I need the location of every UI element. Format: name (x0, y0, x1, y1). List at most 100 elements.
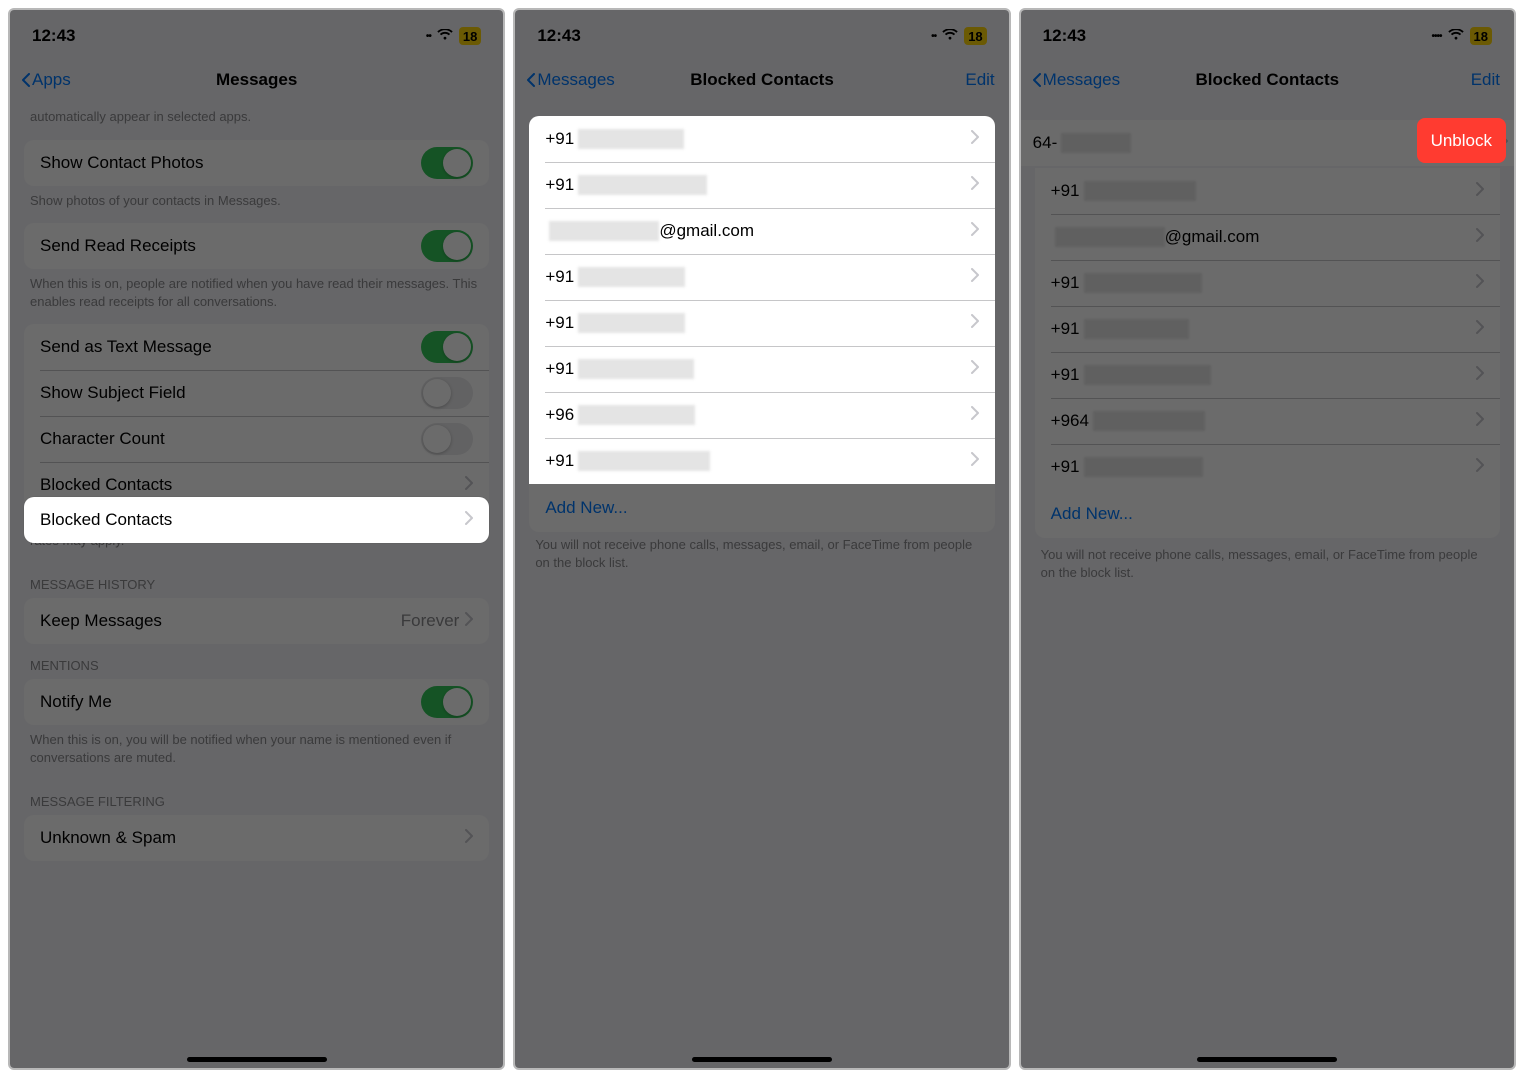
chevron-right-icon (465, 476, 473, 495)
row-read-receipts[interactable]: Send Read Receipts (24, 223, 489, 269)
header-message-history: MESSAGE HISTORY (10, 563, 503, 598)
chevron-right-icon (1476, 227, 1484, 247)
page-title: Blocked Contacts (1196, 70, 1340, 90)
email-suffix: @gmail.com (659, 221, 754, 241)
row-label: Blocked Contacts (40, 510, 465, 530)
row-blocked-contacts-highlight[interactable]: Blocked Contacts (24, 497, 489, 543)
edit-button[interactable]: Edit (1471, 70, 1500, 90)
chevron-right-icon (971, 313, 979, 333)
phone-prefix: +91 (545, 451, 574, 471)
chevron-left-icon (527, 73, 535, 87)
nav-bar: Messages Blocked Contacts Edit (515, 58, 1008, 102)
redacted-text (578, 359, 694, 379)
add-new-button[interactable]: Add New... (1035, 490, 1500, 538)
status-bar: 12:43 •• 18 (10, 10, 503, 58)
phone-prefix: +91 (545, 129, 574, 149)
row-unknown-spam[interactable]: Unknown & Spam (24, 815, 489, 861)
toggle-show-subject[interactable] (421, 377, 473, 409)
redacted-text (1084, 273, 1202, 293)
blocked-contact-row[interactable]: +91 (529, 300, 994, 346)
nav-bar: Apps Messages (10, 58, 503, 102)
wifi-icon (437, 28, 453, 44)
chevron-right-icon (971, 359, 979, 379)
blocked-contact-row[interactable]: @gmail.com (529, 208, 994, 254)
footer-blocklist: You will not receive phone calls, messag… (515, 530, 1008, 585)
footer-read-receipts: When this is on, people are notified whe… (10, 269, 503, 324)
back-button[interactable]: Messages (1033, 70, 1120, 90)
clock: 12:43 (537, 26, 580, 46)
chevron-right-icon (465, 829, 473, 848)
phone-prefix: +964 (1051, 411, 1089, 431)
redacted-text (578, 175, 707, 195)
blocked-contact-row[interactable]: +91 (1035, 260, 1500, 306)
row-keep-messages[interactable]: Keep Messages Forever (24, 598, 489, 644)
redacted-text (1084, 365, 1211, 385)
settings-scroll[interactable]: automatically appear in selected apps. S… (10, 102, 503, 1068)
back-button[interactable]: Messages (527, 70, 614, 90)
blocked-contact-row[interactable]: +96 (529, 392, 994, 438)
blocked-contact-row[interactable]: +91 (1035, 444, 1500, 490)
highlight-blocked-contacts: Blocked Contacts (24, 497, 489, 543)
row-notify-me[interactable]: Notify Me (24, 679, 489, 725)
redacted-text (1055, 227, 1165, 247)
phone-prefix: +91 (1051, 365, 1080, 385)
blocked-contact-row[interactable]: +964 (1035, 398, 1500, 444)
row-label: Show Subject Field (40, 383, 421, 403)
header-mentions: MENTIONS (10, 644, 503, 679)
phone-prefix: +91 (545, 359, 574, 379)
footer-notify-me: When this is on, you will be notified wh… (10, 725, 503, 780)
phone-prefix: +91 (545, 267, 574, 287)
toggle-notify-me[interactable] (421, 686, 473, 718)
redacted-text (578, 129, 684, 149)
blocked-contact-row[interactable]: +91 (1035, 352, 1500, 398)
chevron-right-icon (971, 405, 979, 425)
redacted-text (1093, 411, 1205, 431)
row-char-count[interactable]: Character Count (24, 416, 489, 462)
row-show-contact-photos[interactable]: Show Contact Photos (24, 140, 489, 186)
blocked-contact-row[interactable]: +91 (529, 254, 994, 300)
battery-icon: 18 (459, 27, 481, 45)
phone-prefix: +96 (545, 405, 574, 425)
chevron-right-icon (465, 511, 473, 530)
wifi-icon (942, 28, 958, 44)
home-indicator (187, 1057, 327, 1062)
blocked-contact-row[interactable]: +91 (529, 162, 994, 208)
blocked-contact-row[interactable]: +91 (1035, 168, 1500, 214)
chevron-right-icon (971, 175, 979, 195)
toggle-char-count[interactable] (421, 423, 473, 455)
header-filtering: MESSAGE FILTERING (10, 780, 503, 815)
screenshot-panel-1: 12:43 •• 18 Apps Messages automatically … (8, 8, 505, 1070)
redacted-text (578, 313, 685, 333)
blocked-list: +91@gmail.com+91+91+91+964+91 Add New... (1035, 168, 1500, 538)
blocked-contact-row[interactable]: +91 (1035, 306, 1500, 352)
edit-button[interactable]: Edit (965, 70, 994, 90)
blocked-contact-row[interactable]: +91 (529, 346, 994, 392)
toggle-send-as-text[interactable] (421, 331, 473, 363)
row-label: Character Count (40, 429, 421, 449)
blocked-contact-row[interactable]: +91 (529, 116, 994, 162)
row-show-subject[interactable]: Show Subject Field (24, 370, 489, 416)
chevron-left-icon (22, 73, 30, 87)
row-send-as-text[interactable]: Send as Text Message (24, 324, 489, 370)
toggle-show-contact-photos[interactable] (421, 147, 473, 179)
add-new-button[interactable]: Add New... (529, 484, 994, 532)
phone-prefix: +91 (545, 175, 574, 195)
clock: 12:43 (1043, 26, 1086, 46)
chevron-right-icon (971, 129, 979, 149)
row-label: Notify Me (40, 692, 421, 712)
battery-icon: 18 (964, 27, 986, 45)
unblock-button[interactable]: Unblock (1417, 118, 1506, 163)
redacted-text (1084, 457, 1203, 477)
chevron-left-icon (1033, 73, 1041, 87)
blocked-contact-row[interactable]: @gmail.com (1035, 214, 1500, 260)
blocked-contact-row[interactable]: +91 (529, 438, 994, 484)
back-button[interactable]: Apps (22, 70, 71, 90)
status-bar: 12:43 •••• 18 (1021, 10, 1514, 58)
nav-bar: Messages Blocked Contacts Edit (1021, 58, 1514, 102)
row-label: Keep Messages (40, 611, 401, 631)
highlight-blocked-list: +91 +91 @gmail.com +91 +91 +91 +96 +91 (529, 116, 994, 484)
toggle-read-receipts[interactable] (421, 230, 473, 262)
row-label: Blocked Contacts (40, 475, 465, 495)
redacted-text (549, 221, 659, 241)
phone-prefix: +91 (1051, 181, 1080, 201)
